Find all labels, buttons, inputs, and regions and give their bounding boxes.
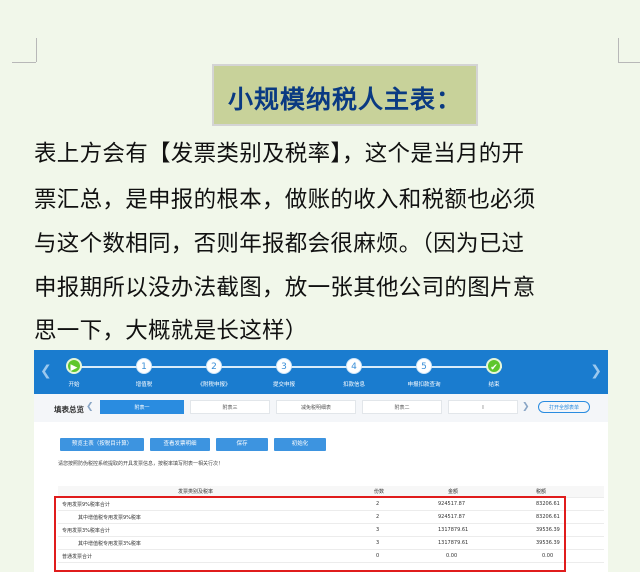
chevron-right-icon[interactable]: ❯ bbox=[522, 402, 530, 412]
heading-highlight: 小规模纳税人主表： bbox=[212, 64, 478, 126]
step-label: 扣款信息 bbox=[342, 382, 365, 388]
preview-main-form-button[interactable]: 预览主表（按税目计算） bbox=[60, 438, 144, 451]
crop-mark bbox=[12, 62, 36, 63]
tab-more[interactable]: I bbox=[448, 400, 518, 414]
step-start-icon: ▶ bbox=[66, 358, 82, 374]
crop-mark bbox=[618, 38, 619, 62]
crop-mark bbox=[36, 38, 37, 62]
tab-schedule-3[interactable]: 附表三 bbox=[190, 400, 270, 414]
red-highlight-box bbox=[54, 496, 566, 572]
view-invoice-details-button[interactable]: 查看发票明细 bbox=[150, 438, 210, 451]
paragraph-line: 申报期所以没办法截图，放一张其他公司的图片意 bbox=[34, 275, 536, 301]
step-label: 结束 bbox=[488, 382, 500, 388]
step-progress-bar: ❮ ❯ ▶ 开始 1 增值税 2 《附税申报》 3 提交申报 4 扣款信息 5 … bbox=[34, 350, 608, 394]
tab-schedule-2[interactable]: 附表二 bbox=[362, 400, 442, 414]
column-header: 发票类别及税率 bbox=[178, 489, 214, 495]
paragraph-line: 思一下，大概就是长这样） bbox=[34, 318, 308, 344]
chevron-left-icon[interactable]: ❮ bbox=[40, 363, 52, 379]
column-header: 税额 bbox=[536, 489, 547, 495]
crop-mark bbox=[618, 62, 640, 63]
step-number: 5 bbox=[416, 358, 432, 374]
paragraph-line: 表上方会有【发票类别及税率】，这个是当月的开 bbox=[34, 141, 525, 167]
open-all-forms-button[interactable]: 打开全部表单 bbox=[538, 401, 590, 413]
initialize-button[interactable]: 初始化 bbox=[274, 438, 326, 451]
check-icon: ✔ bbox=[486, 358, 502, 374]
column-header: 份数 bbox=[374, 489, 385, 495]
paragraph-line: 与这个数相同，否则年报都会很麻烦。（因为已过 bbox=[34, 231, 525, 257]
step-label: 提交申报 bbox=[272, 382, 295, 388]
step-label: 开始 bbox=[68, 382, 80, 388]
tab-bar: 填表总览 ❮ 附表一 附表三 减免税明细表 附表二 I ❯ 打开全部表单 bbox=[34, 394, 608, 422]
tab-exemption-detail[interactable]: 减免税明细表 bbox=[276, 400, 356, 414]
hint-text: 请您按照防伪税控系统提取的开具发票信息，按税率填写附表一相关行次！ bbox=[58, 461, 224, 467]
step-number: 4 bbox=[346, 358, 362, 374]
form-title: 填表总览 bbox=[54, 405, 84, 414]
tab-schedule-1[interactable]: 附表一 bbox=[100, 400, 184, 414]
step-label: 《附税申报》 bbox=[197, 382, 231, 388]
chevron-right-icon[interactable]: ❯ bbox=[590, 363, 602, 379]
column-header: 金额 bbox=[448, 489, 459, 495]
chevron-left-icon[interactable]: ❮ bbox=[86, 402, 94, 412]
step-label: 申报扣款查询 bbox=[407, 382, 441, 388]
save-button[interactable]: 保存 bbox=[216, 438, 268, 451]
step-number: 2 bbox=[206, 358, 222, 374]
step-number: 3 bbox=[276, 358, 292, 374]
paragraph-line: 票汇总，是申报的根本，做账的收入和税额也必须 bbox=[34, 187, 536, 213]
step-label: 增值税 bbox=[135, 382, 153, 388]
page-title: 小规模纳税人主表： bbox=[227, 85, 462, 114]
step-number: 1 bbox=[136, 358, 152, 374]
embedded-screenshot: ❮ ❯ ▶ 开始 1 增值税 2 《附税申报》 3 提交申报 4 扣款信息 5 … bbox=[34, 350, 608, 572]
toolbar: 预览主表（按税目计算） 查看发票明细 保存 初始化 bbox=[34, 434, 608, 454]
